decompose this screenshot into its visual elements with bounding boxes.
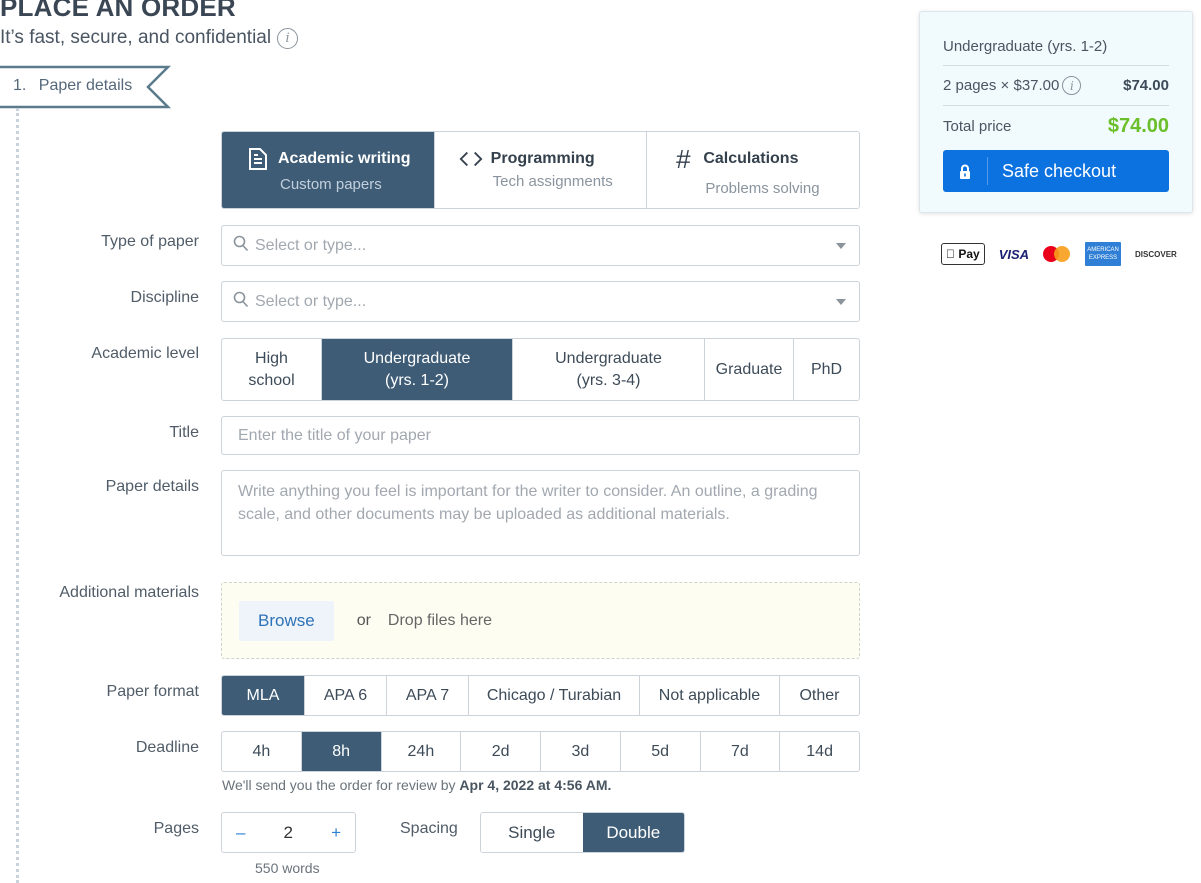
- amex-icon: AMERICAN EXPRESS: [1085, 242, 1122, 266]
- deadline-label: Deadline: [135, 739, 199, 756]
- deadline-5d[interactable]: 5d: [621, 732, 701, 771]
- paper-details-label: Paper details: [105, 478, 199, 495]
- format-apa6[interactable]: APA 6: [305, 676, 387, 715]
- discipline-placeholder: Select or type...: [255, 292, 367, 310]
- pages-stepper: – 2 +: [221, 812, 356, 853]
- step-tab-paper-details[interactable]: 1. Paper details: [0, 65, 172, 109]
- format-apa7[interactable]: APA 7: [387, 676, 469, 715]
- increment-button[interactable]: +: [331, 823, 341, 843]
- paper-format-options: MLA APA 6 APA 7 Chicago / Turabian Not a…: [221, 675, 860, 716]
- paper-format-label: Paper format: [106, 683, 199, 700]
- lock-icon: [943, 157, 988, 185]
- discover-icon: DISCOVER: [1122, 249, 1177, 259]
- category-subtitle: Problems solving: [705, 179, 820, 197]
- category-title: Programming: [490, 150, 595, 167]
- spacing-double[interactable]: Double: [582, 813, 684, 852]
- deadline-7d[interactable]: 7d: [701, 732, 781, 771]
- summary-pages-price: $74.00: [1123, 77, 1169, 94]
- tab-calculations[interactable]: # Calculations Problems solving: [647, 132, 859, 208]
- spacing-options: Single Double: [480, 812, 685, 853]
- service-category-tabs: Academic writing Custom papers Programmi…: [221, 131, 860, 209]
- category-title: Academic writing: [278, 150, 411, 167]
- format-other[interactable]: Other: [780, 676, 859, 715]
- spacing-label: Spacing: [400, 820, 458, 837]
- title-label: Title: [169, 424, 199, 441]
- decrement-button[interactable]: –: [236, 823, 245, 843]
- deadline-options: 4h 8h 24h 2d 3d 5d 7d 14d: [221, 731, 860, 772]
- summary-pages-line: 2 pages × $37.00: [943, 77, 1060, 94]
- summary-level: Undergraduate (yrs. 1-2): [943, 12, 1169, 66]
- total-label: Total price: [943, 117, 1012, 135]
- format-not-applicable[interactable]: Not applicable: [640, 676, 780, 715]
- checkout-label: Safe checkout: [1002, 160, 1117, 181]
- info-icon[interactable]: i: [277, 27, 299, 49]
- deadline-14d[interactable]: 14d: [780, 732, 859, 771]
- paper-details-textarea[interactable]: Write anything you feel is important for…: [221, 470, 860, 556]
- step-label: Paper details: [38, 77, 133, 94]
- file-dropzone[interactable]: Browse or Drop files here: [221, 582, 860, 659]
- type-of-paper-label: Type of paper: [101, 233, 199, 250]
- subtitle-text: It’s fast, secure, and confidential: [0, 27, 272, 48]
- tab-academic-writing[interactable]: Academic writing Custom papers: [222, 132, 435, 208]
- apple-pay-icon:  Pay: [941, 243, 985, 265]
- search-icon: [233, 291, 249, 313]
- type-of-paper-select[interactable]: Select or type...: [221, 225, 860, 266]
- academic-level-undergrad-3-4[interactable]: Undergraduate (yrs. 3-4): [513, 339, 705, 400]
- hash-icon: #: [676, 143, 691, 174]
- academic-level-undergrad-1-2[interactable]: Undergraduate (yrs. 1-2): [322, 339, 513, 400]
- word-count: 550 words: [255, 860, 320, 876]
- search-icon: [233, 235, 249, 257]
- discipline-label: Discipline: [130, 289, 199, 306]
- chevron-down-icon: [836, 298, 846, 305]
- code-icon: [459, 150, 483, 168]
- deadline-2d[interactable]: 2d: [461, 732, 541, 771]
- order-summary: Undergraduate (yrs. 1-2) 2 pages × $37.0…: [919, 11, 1193, 213]
- page-title: PLACE AN ORDER: [0, 0, 236, 22]
- review-note: We'll send you the order for review by A…: [222, 777, 612, 793]
- academic-level-phd[interactable]: PhD: [794, 339, 859, 400]
- mastercard-icon: [1043, 245, 1071, 263]
- deadline-4h[interactable]: 4h: [222, 732, 302, 771]
- deadline-8h[interactable]: 8h: [301, 732, 382, 771]
- step-number: 1.: [13, 77, 27, 94]
- document-icon: [246, 147, 270, 171]
- additional-materials-label: Additional materials: [59, 584, 199, 601]
- discipline-select[interactable]: Select or type...: [221, 281, 860, 322]
- summary-pages-row: 2 pages × $37.00 i $74.00: [943, 66, 1169, 106]
- format-chicago[interactable]: Chicago / Turabian: [469, 676, 640, 715]
- safe-checkout-button[interactable]: Safe checkout: [943, 150, 1169, 192]
- academic-level-high-school[interactable]: High school: [222, 339, 322, 400]
- tab-programming[interactable]: Programming Tech assignments: [434, 132, 648, 208]
- summary-total-row: Total price $74.00: [943, 106, 1169, 146]
- title-input[interactable]: Enter the title of your paper: [221, 416, 860, 455]
- page-subtitle: It’s fast, secure, and confidential i: [0, 27, 299, 49]
- info-icon[interactable]: i: [1062, 76, 1082, 95]
- pages-label: Pages: [153, 820, 199, 837]
- category-subtitle: Custom papers: [280, 176, 382, 193]
- academic-level-label: Academic level: [91, 345, 199, 362]
- category-subtitle: Tech assignments: [492, 173, 613, 190]
- drop-files-text: Drop files here: [387, 611, 492, 629]
- payment-methods:  Pay VISA AMERICAN EXPRESS DISCOVER: [941, 242, 1177, 266]
- or-text: or: [356, 611, 371, 629]
- spacing-single[interactable]: Single: [481, 813, 583, 852]
- type-of-paper-placeholder: Select or type...: [255, 236, 367, 254]
- deadline-24h[interactable]: 24h: [382, 732, 462, 771]
- format-mla[interactable]: MLA: [222, 676, 305, 715]
- visa-icon: VISA: [986, 246, 1029, 262]
- review-date: Apr 4, 2022 at 4:56 AM.: [459, 777, 612, 793]
- total-value: $74.00: [1107, 114, 1169, 137]
- academic-level-options: High school Undergraduate (yrs. 1-2) Und…: [221, 338, 860, 401]
- category-title: Calculations: [703, 150, 799, 167]
- pages-value[interactable]: 2: [284, 823, 293, 843]
- browse-button[interactable]: Browse: [239, 600, 334, 641]
- chevron-down-icon: [836, 242, 846, 249]
- academic-level-graduate[interactable]: Graduate: [705, 339, 794, 400]
- deadline-3d[interactable]: 3d: [541, 732, 621, 771]
